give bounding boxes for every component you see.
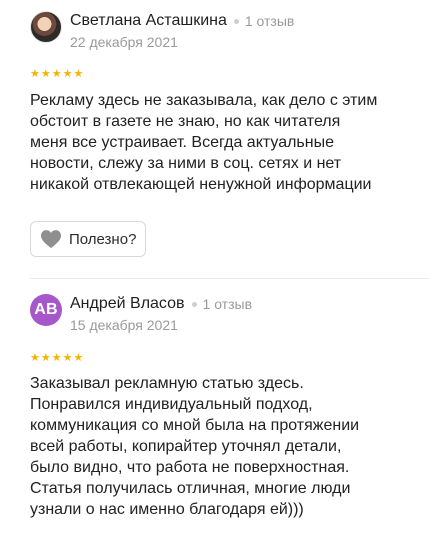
review-text: Рекламу здесь не заказывала, как дело с … xyxy=(30,92,378,193)
rating-stars: ★ ★ ★ ★ ★ xyxy=(30,69,83,80)
rating-stars: ★ ★ ★ ★ ★ xyxy=(30,353,83,364)
star-icon: ★ xyxy=(51,352,62,364)
separator-dot xyxy=(233,18,239,24)
star-icon: ★ xyxy=(62,68,73,80)
helpful-label: Полезно? xyxy=(69,230,137,248)
author-review-count[interactable]: 1 отзыв xyxy=(245,13,295,29)
star-icon: ★ xyxy=(30,352,40,364)
star-icon: ★ xyxy=(73,68,84,80)
author-name[interactable]: Андрей Власов xyxy=(70,295,185,313)
author-review-count[interactable]: 1 отзыв xyxy=(203,296,253,312)
avatar[interactable] xyxy=(30,11,62,43)
avatar[interactable]: АВ xyxy=(30,294,62,326)
star-icon: ★ xyxy=(51,68,62,80)
separator-dot xyxy=(191,301,197,307)
star-icon: ★ xyxy=(40,68,51,80)
star-icon: ★ xyxy=(62,352,73,364)
review-header: Светлана Асташкина 1 отзыв 22 декабря 20… xyxy=(70,12,294,50)
review-date: 22 декабря 2021 xyxy=(70,34,178,50)
review-date: 15 декабря 2021 xyxy=(70,317,178,333)
heart-icon xyxy=(41,230,61,249)
helpful-button[interactable]: Полезно? xyxy=(30,221,147,257)
avatar-initials: АВ xyxy=(34,301,58,318)
author-name[interactable]: Светлана Асташкина xyxy=(70,12,227,30)
review-header: Андрей Власов 1 отзыв 15 декабря 2021 xyxy=(70,295,252,333)
star-icon: ★ xyxy=(73,352,84,364)
star-icon: ★ xyxy=(40,352,51,364)
star-icon: ★ xyxy=(30,68,40,80)
review-text: Заказывал рекламную статью здесь. Понрав… xyxy=(30,375,360,518)
review-1: Светлана Асташкина 1 отзыв 22 декабря 20… xyxy=(0,0,429,278)
review-2: АВ Андрей Власов 1 отзыв 15 декабря 2021… xyxy=(0,279,429,534)
